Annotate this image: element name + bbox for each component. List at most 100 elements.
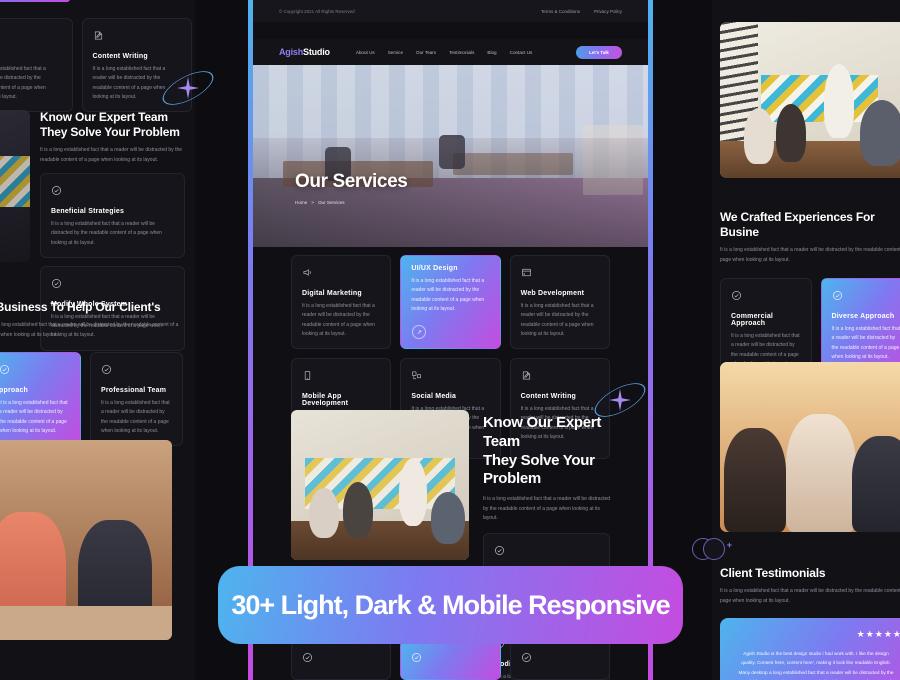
arrow-icon[interactable]: ↗: [412, 325, 427, 339]
check-circle-icon: [0, 362, 70, 380]
approach-desc: It is a long established fact that a rea…: [0, 400, 68, 434]
crafted-title: We Crafted Experiences For Busine: [720, 210, 875, 239]
nav-item-blog[interactable]: Blog: [487, 50, 496, 55]
check-circle-icon: [731, 288, 801, 306]
copyright-text: © Copyright 2021 All Rights Reserved: [279, 8, 355, 14]
service-card-clipped[interactable]: dia It is a long established fact that a…: [0, 18, 73, 112]
crafted-experiences-section: We Crafted Experiences For Busine It is …: [720, 210, 900, 379]
left-business-section: r Business To Help Our Client's It is a …: [0, 300, 195, 446]
brand-logo[interactable]: AgishStudio: [279, 47, 330, 57]
service-card-web-development[interactable]: Web Development It is a long established…: [509, 255, 610, 349]
testimonial-text: Agish Studio is the best design studio i…: [738, 651, 894, 680]
nav-item-contact-us[interactable]: Contact Us: [510, 50, 533, 55]
team-title-line2: They Solve Your Problem: [40, 125, 180, 139]
feature-title: Beneficial Strategies: [51, 208, 125, 215]
breadcrumb-separator: >: [311, 200, 314, 205]
testimonials-subtitle: It is a long established fact that a rea…: [720, 588, 900, 604]
lets-talk-button[interactable]: Let's Talk: [576, 45, 622, 59]
feature-desc: It is a long established fact that a rea…: [51, 221, 162, 246]
social-icon: [0, 28, 62, 46]
approach-desc: It is a long established fact that a rea…: [101, 400, 170, 434]
business-title: r Business To Help Our Client's: [0, 300, 161, 314]
service-card-digital-marketing[interactable]: Digital Marketing It is a long establish…: [291, 255, 392, 349]
nav-item-about-us[interactable]: About Us: [356, 50, 375, 55]
left-bottom-photo: [0, 440, 172, 640]
footer-link-terms[interactable]: Terms & Conditions: [541, 9, 580, 14]
nav-item-service[interactable]: Service: [388, 50, 403, 55]
check-circle-icon: [411, 650, 489, 668]
breadcrumb-current: Our Services: [317, 200, 345, 205]
rating-stars: ★★★★★: [856, 629, 900, 639]
social-icon: [411, 368, 489, 386]
approach-title: Diverse Approach: [831, 313, 895, 320]
pen-document-icon: [521, 368, 599, 386]
testimonial-card[interactable]: ★★★★★ Agish Studio is the best design st…: [720, 618, 900, 680]
approach-title: Commercial Approach: [731, 313, 774, 327]
check-circle-icon: [101, 362, 172, 380]
mobile-icon: [302, 368, 380, 386]
approach-card-professional-team[interactable]: Professional Team It is a long establish…: [90, 352, 183, 446]
peek-card-highlighted[interactable]: [400, 640, 501, 680]
star-orbit-ornament: [589, 372, 651, 428]
approach-card-highlighted[interactable]: pproach It is a long established fact th…: [0, 352, 81, 446]
nav-item-testimonials[interactable]: Testimonials: [449, 50, 474, 55]
crafted-subtitle: It is a long established fact that a rea…: [720, 247, 900, 263]
peek-card[interactable]: [509, 640, 610, 680]
feature-card-beneficial-strategies[interactable]: Beneficial Strategies It is a long estab…: [40, 173, 185, 258]
left-approach-cards: pproach It is a long established fact th…: [0, 352, 183, 446]
brand-first: Agish: [279, 47, 304, 57]
team-subtitle: It is a long established fact that a rea…: [40, 147, 183, 163]
service-desc: It is a long established fact that a rea…: [520, 303, 594, 337]
service-card-ui-ux-design[interactable]: UI/UX Design It is a long established fa…: [400, 255, 501, 349]
team-subtitle: It is a long established fact that a rea…: [483, 496, 611, 521]
check-circle-icon: [521, 650, 599, 668]
service-desc: It is a long established fact that a rea…: [302, 303, 375, 337]
check-circle-icon: [51, 183, 174, 201]
hero-section: Our Services Home > Our Services: [253, 65, 648, 247]
check-circle-icon: [302, 650, 380, 668]
footer-links: Terms & Conditions Privacy Policy: [541, 9, 622, 14]
mockup-stage: dia It is a long established fact that a…: [0, 0, 900, 680]
right-preview-panel: We Crafted Experiences For Busine It is …: [712, 0, 900, 680]
team-title-line1: Know Our Expert Team: [483, 414, 602, 450]
service-title: Mobile App Development: [302, 393, 349, 407]
left-gradient-strip: [0, 0, 70, 2]
brand-second: Studio: [303, 47, 330, 57]
code-window-icon: [521, 265, 599, 283]
team-photo: [291, 410, 469, 560]
footer-bar: © Copyright 2021 All Rights Reserved Ter…: [253, 0, 648, 22]
service-desc: It is a long established fact that a rea…: [0, 66, 46, 100]
check-circle-icon: [51, 276, 174, 294]
team-photo: [0, 110, 30, 262]
approach-title: pproach: [0, 387, 29, 394]
testimonials-title: Client Testimonials: [720, 566, 826, 580]
meeting-photo: [720, 22, 900, 178]
approach-desc: It is a long established fact that a rea…: [831, 326, 900, 360]
service-title: UI/UX Design: [411, 265, 458, 272]
service-title: Content Writing: [92, 53, 148, 60]
nav-links: About Us Service Our Team Testimonials B…: [356, 50, 576, 55]
service-title: Web Development: [520, 290, 585, 297]
nav-item-our-team[interactable]: Our Team: [416, 50, 436, 55]
business-subtitle: It is a long established fact that a rea…: [0, 322, 179, 338]
service-desc: It is a long established fact that a rea…: [411, 278, 485, 312]
check-circle-icon: [494, 543, 599, 561]
page-title: Our Services: [295, 171, 408, 192]
bottom-peek-cards: [253, 640, 648, 680]
peek-card[interactable]: [291, 640, 392, 680]
service-title: dia: [0, 53, 62, 60]
testimonials-section: Client Testimonials It is a long establi…: [720, 566, 900, 680]
approach-title: Professional Team: [101, 387, 167, 394]
pen-document-icon: [93, 28, 182, 46]
service-title: Digital Marketing: [302, 290, 362, 297]
promo-banner: 30+ Light, Dark & Mobile Responsive: [218, 566, 683, 644]
service-title: Social Media: [411, 393, 457, 400]
navigation-bar: AgishStudio About Us Service Our Team Te…: [253, 39, 648, 65]
footer-link-privacy[interactable]: Privacy Policy: [594, 9, 622, 14]
service-title: Content Writing: [520, 393, 577, 400]
promo-banner-text: 30+ Light, Dark & Mobile Responsive: [231, 589, 670, 620]
circles-ornament: +: [692, 538, 732, 564]
breadcrumb-home[interactable]: Home: [295, 200, 307, 205]
megaphone-icon: [302, 265, 380, 283]
breadcrumb: Home > Our Services: [295, 200, 648, 205]
